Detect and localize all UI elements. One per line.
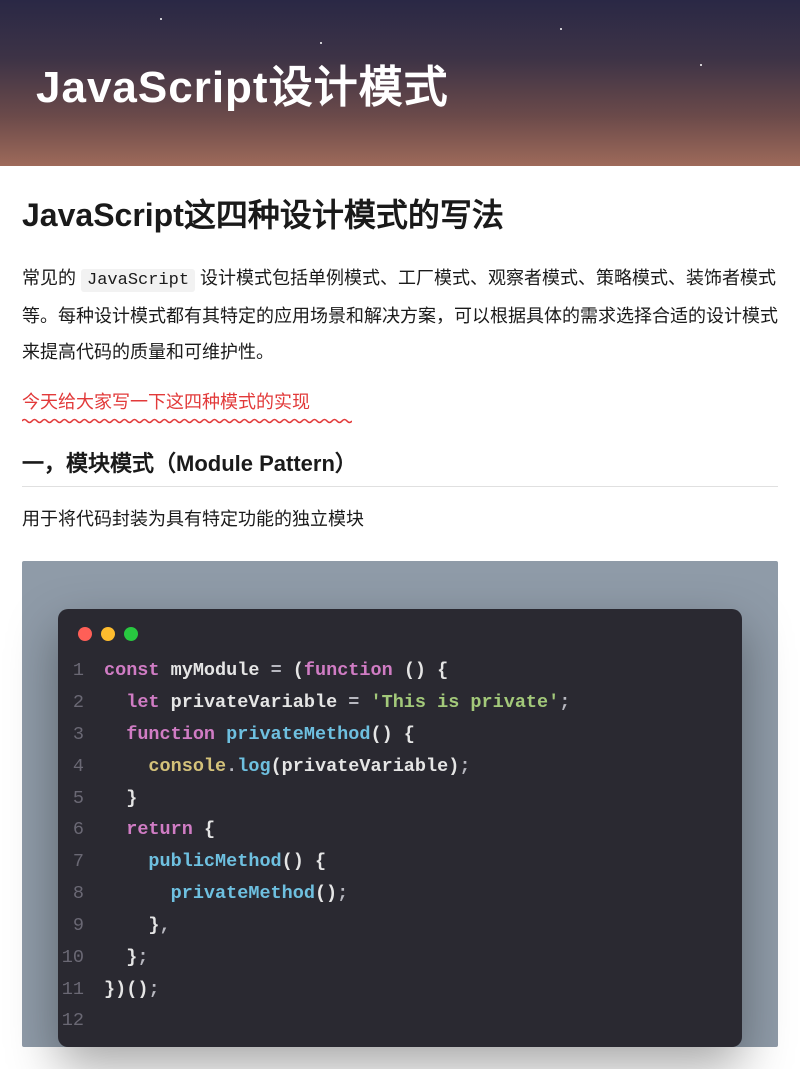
line-number: 1 [58, 655, 104, 687]
code-line: 8 privateMethod(); [58, 878, 742, 910]
intro-pre: 常见的 [22, 268, 81, 288]
line-number: 12 [58, 1005, 104, 1037]
line-number: 2 [58, 687, 104, 719]
code-line: 1const myModule = (function () { [58, 655, 742, 687]
code-line: 3 function privateMethod() { [58, 719, 742, 751]
code-text: } [104, 783, 137, 815]
intro-paragraph: 常见的 JavaScript 设计模式包括单例模式、工厂模式、观察者模式、策略模… [22, 260, 778, 370]
line-number: 3 [58, 719, 104, 751]
code-text: const myModule = (function () { [104, 655, 448, 687]
line-number: 7 [58, 846, 104, 878]
maximize-icon [124, 627, 138, 641]
line-number: 6 [58, 814, 104, 846]
highlight-wrapper: 今天给大家写一下这四种模式的实现 [22, 388, 778, 424]
code-text: }, [104, 910, 171, 942]
section-heading-1: 一，模块模式（Module Pattern） [22, 446, 778, 478]
line-number: 9 [58, 910, 104, 942]
code-text: }; [104, 942, 148, 974]
section-divider [22, 486, 778, 487]
code-window: 1const myModule = (function () {2 let pr… [58, 609, 742, 1047]
code-frame: 1const myModule = (function () {2 let pr… [22, 561, 778, 1047]
close-icon [78, 627, 92, 641]
line-number: 10 [58, 942, 104, 974]
code-line: 5 } [58, 783, 742, 815]
hero-title: JavaScript设计模式 [36, 51, 449, 115]
code-line: 9 }, [58, 910, 742, 942]
squiggle-underline [22, 418, 778, 424]
code-line: 12 [58, 1005, 742, 1037]
code-line: 11})(); [58, 974, 742, 1006]
code-text [104, 1005, 115, 1037]
code-text: publicMethod() { [104, 846, 326, 878]
line-number: 4 [58, 751, 104, 783]
code-body: 1const myModule = (function () {2 let pr… [58, 651, 742, 1047]
code-line: 10 }; [58, 942, 742, 974]
window-controls [58, 609, 742, 651]
code-text: function privateMethod() { [104, 719, 415, 751]
highlight-text: 今天给大家写一下这四种模式的实现 [22, 388, 310, 414]
article-content: JavaScript这四种设计模式的写法 常见的 JavaScript 设计模式… [0, 166, 800, 1069]
line-number: 11 [58, 974, 104, 1006]
code-text: return { [104, 814, 215, 846]
minimize-icon [101, 627, 115, 641]
code-text: })(); [104, 974, 160, 1006]
code-line: 7 publicMethod() { [58, 846, 742, 878]
line-number: 8 [58, 878, 104, 910]
code-line: 6 return { [58, 814, 742, 846]
line-number: 5 [58, 783, 104, 815]
code-text: let privateVariable = 'This is private'; [104, 687, 570, 719]
section-desc-1: 用于将代码封装为具有特定功能的独立模块 [22, 503, 778, 535]
code-text: privateMethod(); [104, 878, 348, 910]
code-text: console.log(privateVariable); [104, 751, 470, 783]
article-title: JavaScript这四种设计模式的写法 [22, 190, 778, 236]
inline-code: JavaScript [81, 269, 195, 292]
code-line: 4 console.log(privateVariable); [58, 751, 742, 783]
hero-banner: JavaScript设计模式 [0, 0, 800, 166]
code-line: 2 let privateVariable = 'This is private… [58, 687, 742, 719]
